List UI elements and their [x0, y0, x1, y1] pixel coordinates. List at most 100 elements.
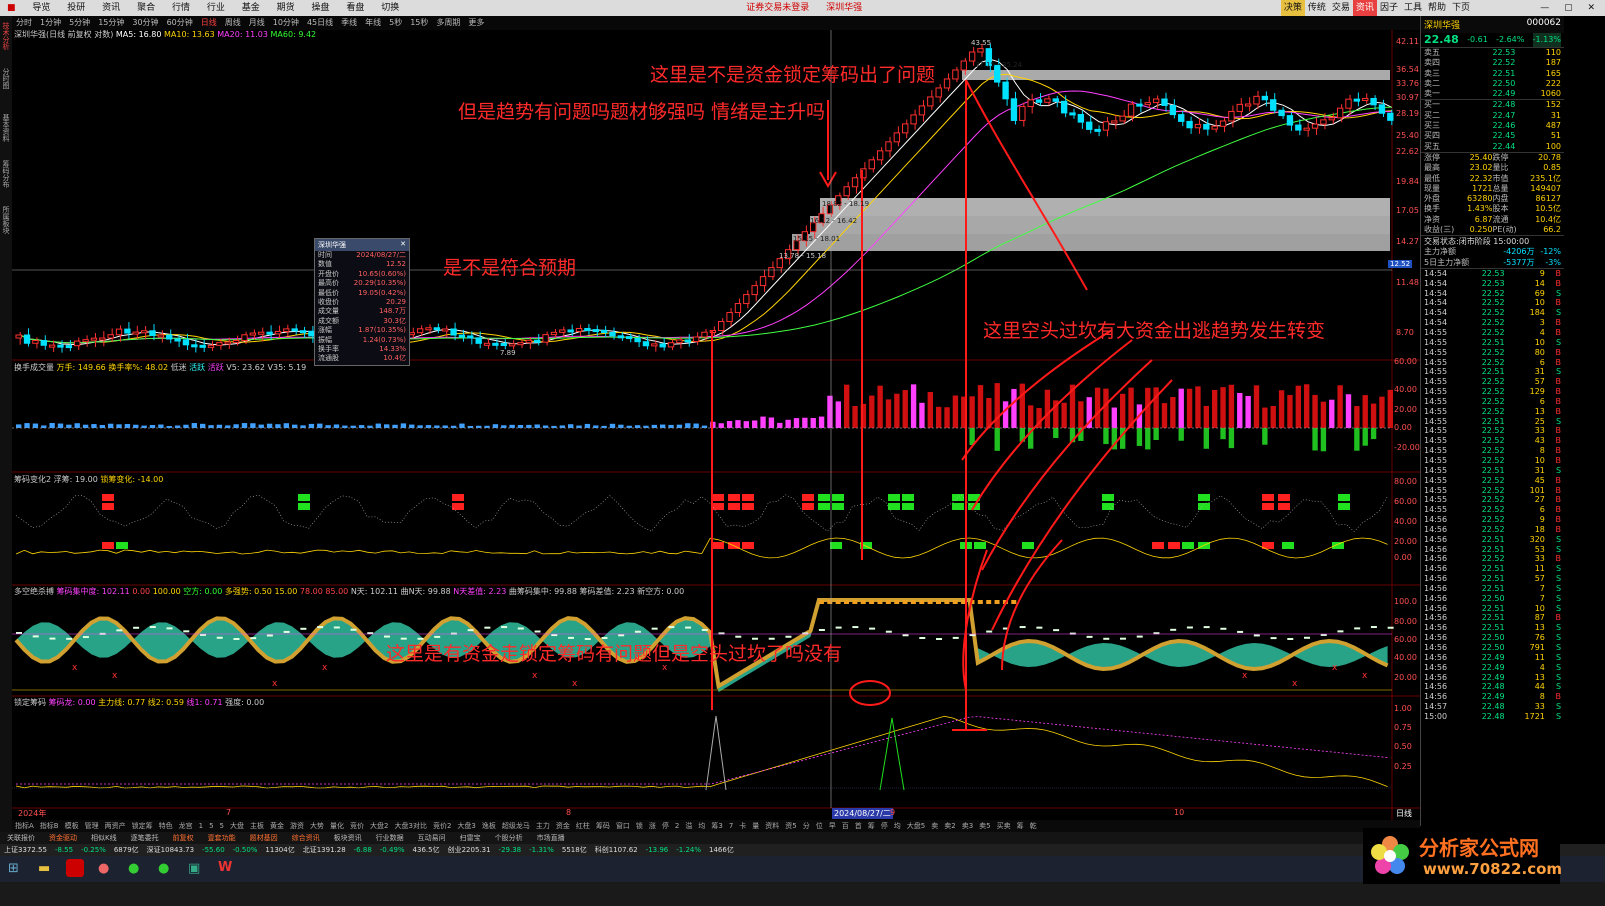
indicator-tab[interactable]: 分 [800, 822, 813, 830]
indicator-tab[interactable]: 筹码 [593, 822, 613, 830]
menu-item-fund[interactable]: 基金 [235, 0, 267, 16]
menu-item-industry[interactable]: 行业 [200, 0, 232, 16]
period-tab[interactable]: 10分钟 [269, 16, 303, 30]
left-tab-minute[interactable]: 分时图 [0, 68, 11, 108]
indicator-tab[interactable]: 逸板 [479, 822, 499, 830]
menu-item-news[interactable]: 资讯 [95, 0, 127, 16]
indicator-tab[interactable]: 5 [206, 822, 216, 830]
period-tab[interactable]: 周线 [221, 16, 245, 30]
menu-right-tools[interactable]: 工具 [1401, 0, 1425, 16]
indicator-tab[interactable]: 大势 [307, 822, 327, 830]
menu-right-help[interactable]: 帮助 [1425, 0, 1449, 16]
indicator-tab[interactable]: 锁 [633, 822, 646, 830]
menu-right-news[interactable]: 资讯 [1352, 0, 1377, 16]
function-tab[interactable]: 互动易问 [411, 834, 453, 842]
period-tab[interactable]: 更多 [464, 16, 488, 30]
period-tab[interactable]: 分时 [12, 16, 36, 30]
indicator-tab[interactable]: 筹 [1014, 822, 1027, 830]
app-icon[interactable]: ■ [0, 0, 23, 16]
window-controls[interactable]: — ▢ ✕ [1540, 0, 1601, 16]
indicator-tab[interactable]: 7 [726, 822, 736, 830]
indicator-tab[interactable]: 两资产 [102, 822, 129, 830]
indicator-tab[interactable]: 均 [891, 822, 904, 830]
indicator-tab[interactable]: 早 [826, 822, 839, 830]
indicator-tab[interactable]: 竞价 [347, 822, 367, 830]
indicator-tab[interactable]: 大盘2 [367, 822, 391, 830]
indicator-tab[interactable]: 竞价2 [430, 822, 454, 830]
indicator-tab[interactable]: 指标B [37, 822, 62, 830]
trading-app-icon[interactable] [66, 859, 84, 877]
indicator-tab[interactable]: 窗口 [613, 822, 633, 830]
close-icon[interactable]: ✕ [400, 240, 406, 248]
menu-right-classic[interactable]: 传统 [1305, 0, 1329, 16]
function-tab[interactable]: 市场直播 [530, 834, 572, 842]
function-tab[interactable]: 关联报价 [0, 834, 42, 842]
indicator-tab[interactable]: 游资 [287, 822, 307, 830]
indicator-tab[interactable]: 买卖 [994, 822, 1014, 830]
app-icon-5[interactable]: ▣ [188, 861, 200, 876]
period-tab[interactable]: 5分钟 [65, 16, 94, 30]
indicator-tab[interactable]: 指标A [12, 822, 37, 830]
period-tab[interactable]: 多周期 [432, 16, 464, 30]
indicator-tab[interactable]: 筹3 [708, 822, 725, 830]
indicator-tab[interactable]: 大盘3 [454, 822, 478, 830]
menu-right-next[interactable]: 下页 [1449, 0, 1473, 16]
indicator-tab[interactable]: 资5 [782, 822, 799, 830]
indicator-tab[interactable]: 超级龙马 [499, 822, 533, 830]
left-tab-sector[interactable]: 所属板块 [0, 206, 11, 246]
tick-list[interactable]: 14:54 22.53 9 B 14:54 22.53 14 B 14:54 22.52 69 S 14… [1421, 267, 1564, 722]
period-tab[interactable]: 45日线 [303, 16, 337, 30]
wps-icon[interactable]: W [218, 860, 232, 875]
indicator-tab[interactable]: 卖3 [959, 822, 976, 830]
period-tab[interactable]: 60分钟 [163, 16, 197, 30]
indicator-tab[interactable]: 大盘3对比 [391, 822, 429, 830]
bar-info-popup[interactable]: 深圳华强 ✕ 时间 2024/08/27/二 数值 12.52 开盘价 10.65(0.60… [314, 238, 410, 366]
function-tab[interactable]: 题材基因 [243, 834, 285, 842]
indicator-tab[interactable]: 龙宫 [176, 822, 196, 830]
indicator-tab[interactable]: 黄金 [267, 822, 287, 830]
indicator-tab[interactable]: 大盘 [227, 822, 247, 830]
period-tab[interactable]: 5秒 [385, 16, 406, 30]
menu-item-trade[interactable]: 操盘 [305, 0, 337, 16]
period-tab[interactable]: 日线 [197, 16, 221, 30]
login-status[interactable]: 证券交易未登录 [739, 0, 816, 16]
left-tab-kline[interactable]: 技术分析 [0, 22, 11, 62]
function-tab[interactable]: 综合资讯 [285, 834, 327, 842]
menu-item-futures[interactable]: 期货 [270, 0, 302, 16]
left-tab-f10[interactable]: 基本资料 [0, 114, 11, 154]
indicator-tab[interactable]: 位 [813, 822, 826, 830]
menu-right-factor[interactable]: 因子 [1377, 0, 1401, 16]
menu-item-watch[interactable]: 看盘 [339, 0, 371, 16]
menu-item-research[interactable]: 投研 [60, 0, 92, 16]
indicator-tab[interactable]: 乾 [1027, 822, 1040, 830]
wechat-icon[interactable]: ● [158, 861, 169, 876]
function-tab[interactable]: 相似K线 [84, 834, 124, 842]
menu-item-switch[interactable]: 切换 [374, 0, 406, 16]
indicator-tab[interactable]: 2 [672, 822, 682, 830]
period-tab[interactable]: 15秒 [406, 16, 432, 30]
function-tab[interactable]: 扫雷宝 [453, 834, 488, 842]
indicator-tab[interactable]: 5 [217, 822, 227, 830]
function-tab[interactable]: 壹套功能 [201, 834, 243, 842]
period-tab[interactable]: 季线 [337, 16, 361, 30]
indicator-tab[interactable]: 卡 [736, 822, 749, 830]
indicator-tab[interactable]: 筹 [865, 822, 878, 830]
indicator-tab[interactable]: 管理 [82, 822, 102, 830]
indicator-tab[interactable]: 模板 [62, 822, 82, 830]
indicator-tab[interactable]: 涨 [646, 822, 659, 830]
file-explorer-icon[interactable]: ▬ [38, 861, 50, 876]
windows-start-icon[interactable]: ⊞ [8, 861, 19, 876]
menu-right-decision[interactable]: 决策 [1280, 0, 1305, 16]
function-tab[interactable]: 资金驱动 [42, 834, 84, 842]
period-tab[interactable]: 年线 [361, 16, 385, 30]
indicator-tab[interactable]: 1 [196, 822, 206, 830]
menu-item-nav[interactable]: 导览 [25, 0, 57, 16]
indicator-tab[interactable]: 停 [659, 822, 672, 830]
indicator-tab[interactable]: 卖5 [976, 822, 993, 830]
left-tab-chips[interactable]: 筹码分布 [0, 160, 11, 200]
period-tab[interactable]: 1分钟 [36, 16, 65, 30]
indicator-tab[interactable]: 主力 [533, 822, 553, 830]
period-tab[interactable]: 15分钟 [94, 16, 128, 30]
function-tab[interactable]: 行业数据 [369, 834, 411, 842]
indicator-tab[interactable]: 停 [878, 822, 891, 830]
